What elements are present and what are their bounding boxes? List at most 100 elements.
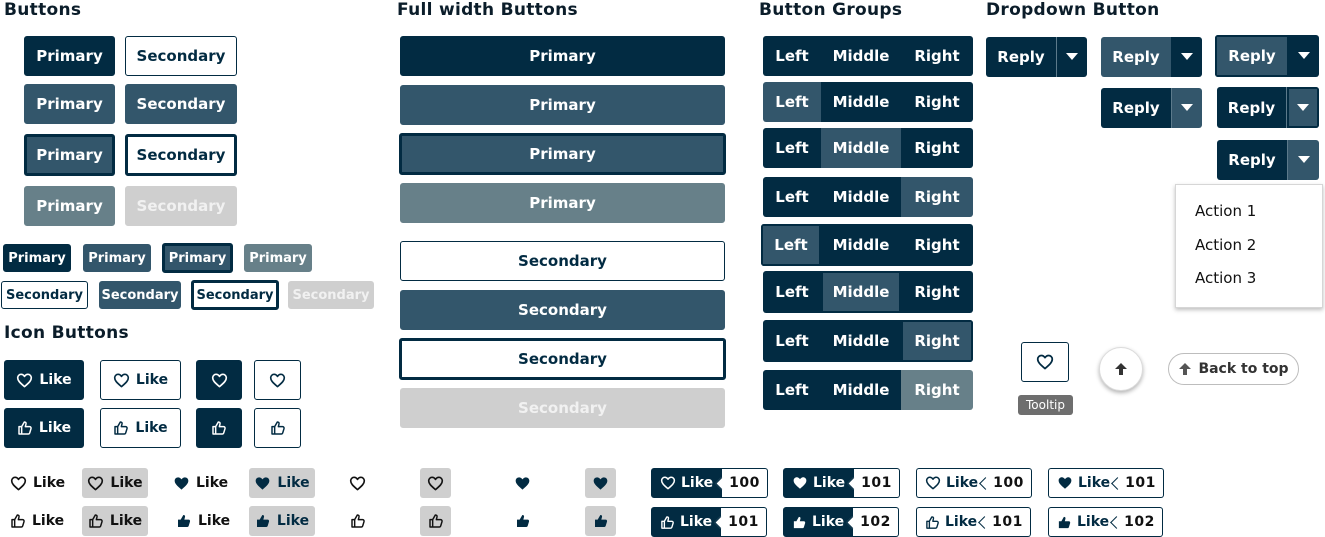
primary-button[interactable]: Primary bbox=[24, 36, 115, 76]
like-link-heart[interactable]: Like bbox=[10, 469, 65, 497]
full-width-primary-button[interactable]: Primary bbox=[400, 36, 725, 76]
group-right-button[interactable]: Right bbox=[901, 128, 973, 168]
group-right-button[interactable]: Right bbox=[901, 36, 973, 76]
like-counter-action[interactable]: Like bbox=[916, 468, 987, 498]
thumbs-up-like-button[interactable]: Like bbox=[4, 408, 84, 448]
scroll-to-top-button[interactable] bbox=[1099, 347, 1143, 391]
group-left-button[interactable]: Left bbox=[763, 370, 821, 410]
thumbs-counter-button-outline[interactable]: Like 101 bbox=[916, 507, 1031, 537]
heart-icon-button-outline[interactable] bbox=[254, 360, 301, 400]
like-link-thumbs-hover[interactable]: Like bbox=[82, 506, 148, 536]
reply-button[interactable]: Reply bbox=[986, 37, 1057, 77]
group-middle-button[interactable]: Middle bbox=[821, 177, 901, 217]
heart-icon-link-filled-hover[interactable] bbox=[585, 468, 616, 498]
dropdown-toggle[interactable] bbox=[1287, 87, 1319, 128]
primary-button-small-active[interactable]: Primary bbox=[244, 244, 312, 272]
like-counter-button-liked[interactable]: Like 101 bbox=[783, 468, 900, 498]
like-counter-action[interactable]: Like bbox=[1048, 468, 1119, 498]
full-width-primary-button-active[interactable]: Primary bbox=[400, 183, 725, 223]
thumbs-up-icon-link-filled-hover[interactable] bbox=[585, 506, 616, 536]
like-counter-button-outline-liked[interactable]: Like 101 bbox=[1048, 468, 1164, 498]
full-width-secondary-button-hover[interactable]: Secondary bbox=[400, 290, 725, 330]
group-left-button[interactable]: Left bbox=[763, 177, 821, 217]
heart-icon-button-with-tooltip[interactable] bbox=[1021, 342, 1069, 382]
group-left-button[interactable]: Left bbox=[763, 128, 821, 168]
secondary-button-focus[interactable]: Secondary bbox=[125, 134, 237, 176]
thumbs-up-like-button-outline[interactable]: Like bbox=[100, 408, 181, 448]
heart-icon-button[interactable] bbox=[196, 360, 242, 400]
thumbs-up-icon-button-outline[interactable] bbox=[254, 408, 301, 448]
group-right-button[interactable]: Right bbox=[901, 320, 973, 362]
thumbs-counter-button-liked[interactable]: Like 102 bbox=[783, 507, 899, 537]
group-right-button[interactable]: Right bbox=[901, 224, 973, 266]
primary-button-hover[interactable]: Primary bbox=[24, 84, 115, 124]
thumbs-counter-button-outline-liked[interactable]: Like 102 bbox=[1048, 507, 1163, 537]
secondary-button-small-focus[interactable]: Secondary bbox=[191, 280, 279, 310]
like-counter-button[interactable]: Like 100 bbox=[651, 468, 768, 498]
like-counter-button-outline[interactable]: Like 100 bbox=[916, 468, 1032, 498]
group-middle-button[interactable]: Middle bbox=[821, 271, 901, 313]
group-middle-button[interactable]: Middle bbox=[821, 224, 901, 266]
reply-button[interactable]: Reply bbox=[1101, 88, 1172, 128]
reply-button[interactable]: Reply bbox=[1217, 140, 1288, 180]
like-counter-action[interactable]: Like bbox=[916, 507, 986, 537]
like-link-thumbs-filled[interactable]: Like bbox=[176, 507, 230, 535]
like-counter-action[interactable]: Like bbox=[783, 507, 854, 537]
dropdown-item-action-3[interactable]: Action 3 bbox=[1195, 269, 1256, 287]
dropdown-toggle[interactable] bbox=[1289, 35, 1319, 77]
heart-icon-link[interactable] bbox=[349, 469, 366, 497]
full-width-primary-button-focus[interactable]: Primary bbox=[399, 133, 726, 175]
like-button-outline[interactable]: Like bbox=[100, 360, 181, 400]
dropdown-toggle[interactable] bbox=[1288, 140, 1319, 180]
reply-button[interactable]: Reply bbox=[1217, 87, 1287, 128]
like-counter-action[interactable]: Like bbox=[651, 468, 723, 498]
like-counter-action[interactable]: Like bbox=[1048, 507, 1118, 537]
group-middle-button[interactable]: Middle bbox=[821, 320, 901, 362]
dropdown-item-action-2[interactable]: Action 2 bbox=[1195, 236, 1256, 254]
heart-icon-link-filled[interactable] bbox=[514, 469, 531, 497]
secondary-button-hover[interactable]: Secondary bbox=[125, 84, 237, 124]
group-right-button[interactable]: Right bbox=[901, 370, 973, 410]
group-middle-button[interactable]: Middle bbox=[821, 370, 901, 410]
dropdown-item-action-1[interactable]: Action 1 bbox=[1195, 202, 1256, 220]
like-link-heart-filled-hover[interactable]: Like bbox=[249, 468, 315, 498]
group-middle-button[interactable]: Middle bbox=[821, 128, 901, 168]
full-width-secondary-button-focus[interactable]: Secondary bbox=[399, 338, 726, 380]
thumbs-up-icon-link[interactable] bbox=[350, 507, 366, 535]
primary-button-active[interactable]: Primary bbox=[24, 186, 115, 226]
like-counter-action[interactable]: Like bbox=[783, 468, 855, 498]
primary-button-small-focus[interactable]: Primary bbox=[162, 243, 233, 273]
group-middle-button[interactable]: Middle bbox=[821, 82, 901, 122]
group-left-button[interactable]: Left bbox=[763, 320, 821, 362]
thumbs-up-icon-button[interactable] bbox=[196, 408, 242, 448]
like-link-heart-hover[interactable]: Like bbox=[82, 468, 148, 498]
group-right-button[interactable]: Right bbox=[901, 271, 973, 313]
secondary-button[interactable]: Secondary bbox=[125, 36, 237, 76]
secondary-button-small-hover[interactable]: Secondary bbox=[99, 281, 181, 309]
full-width-primary-button-hover[interactable]: Primary bbox=[400, 85, 725, 125]
like-button[interactable]: Like bbox=[4, 360, 84, 400]
group-middle-button[interactable]: Middle bbox=[821, 36, 901, 76]
back-to-top-button[interactable]: Back to top bbox=[1168, 353, 1299, 385]
secondary-button-small[interactable]: Secondary bbox=[1, 281, 88, 309]
dropdown-toggle[interactable] bbox=[1057, 37, 1087, 77]
like-link-heart-filled[interactable]: Like bbox=[173, 469, 228, 497]
primary-button-small[interactable]: Primary bbox=[3, 244, 71, 272]
thumbs-up-icon-link-filled[interactable] bbox=[515, 507, 531, 535]
group-right-button[interactable]: Right bbox=[901, 82, 973, 122]
thumbs-up-icon-link-hover[interactable] bbox=[420, 506, 451, 536]
dropdown-toggle[interactable] bbox=[1172, 37, 1202, 77]
like-link-thumbs-filled-hover[interactable]: Like bbox=[249, 506, 315, 536]
group-left-button[interactable]: Left bbox=[763, 36, 821, 76]
heart-icon-link-hover[interactable] bbox=[420, 468, 451, 498]
like-counter-action[interactable]: Like bbox=[651, 507, 722, 537]
group-left-button[interactable]: Left bbox=[763, 82, 821, 122]
reply-button[interactable]: Reply bbox=[1215, 35, 1289, 77]
thumbs-counter-button[interactable]: Like 101 bbox=[651, 507, 767, 537]
full-width-secondary-button[interactable]: Secondary bbox=[400, 241, 725, 281]
dropdown-toggle[interactable] bbox=[1172, 88, 1202, 128]
like-link-thumbs[interactable]: Like bbox=[10, 507, 64, 535]
primary-button-small-hover[interactable]: Primary bbox=[83, 244, 151, 272]
group-left-button[interactable]: Left bbox=[763, 271, 821, 313]
group-right-button[interactable]: Right bbox=[901, 177, 973, 217]
